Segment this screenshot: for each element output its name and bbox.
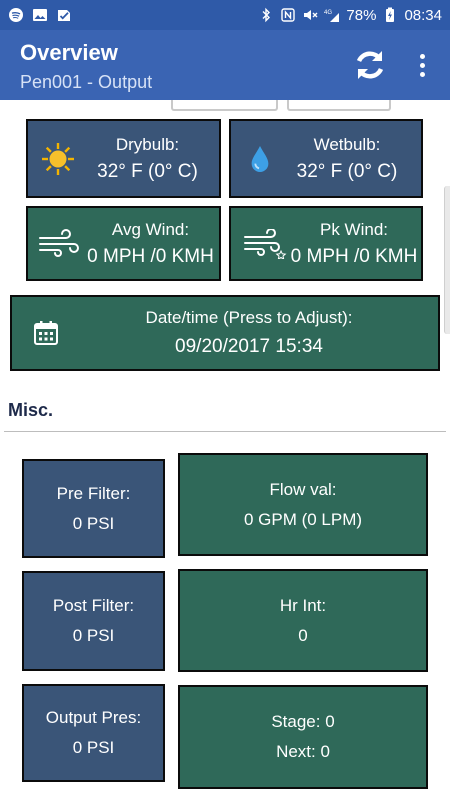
output-pres-tile[interactable]: Output Pres: 0 PSI <box>22 684 165 782</box>
nfc-icon <box>280 7 296 23</box>
pre-filter-value: 0 PSI <box>72 513 115 533</box>
refresh-icon <box>356 51 384 79</box>
pk-wind-value: 0 MPH /0 KMH <box>290 245 418 267</box>
calendar-icon <box>32 319 60 347</box>
wetbulb-value: 32° F (0° C) <box>296 160 398 182</box>
hr-int-value: 0 <box>298 625 308 645</box>
stage-tile[interactable]: Stage: 0 Next: 0 <box>178 685 428 789</box>
water-drop-icon <box>247 144 273 174</box>
page-title: Overview <box>20 40 118 65</box>
app-bar: Overview Pen001 - Output <box>0 30 450 100</box>
flow-val-label: Flow val: <box>269 479 337 499</box>
avg-wind-tile[interactable]: Avg Wind: 0 MPH /0 KMH <box>26 206 221 281</box>
battery-charging-icon <box>382 7 398 23</box>
status-bar: 4G 78% 08:34 <box>0 0 450 30</box>
flow-val-value: 0 GPM (0 LPM) <box>243 509 363 529</box>
check-box-icon <box>56 7 72 23</box>
partial-button-left[interactable] <box>171 100 278 111</box>
mute-icon <box>302 7 318 23</box>
page-subtitle: Pen001 - Output <box>20 72 153 92</box>
signal-icon: 4G <box>324 7 340 23</box>
refresh-button[interactable] <box>350 45 390 85</box>
drybulb-value: 32° F (0° C) <box>97 160 198 182</box>
misc-heading: Misc. <box>8 400 54 420</box>
scroll-edge-indicator[interactable] <box>444 186 450 334</box>
output-pres-label: Output Pres: <box>45 708 142 727</box>
hr-int-tile[interactable]: Hr Int: 0 <box>178 569 428 672</box>
image-icon <box>32 7 48 23</box>
wetbulb-label: Wetbulb: <box>313 134 381 154</box>
drybulb-label: Drybulb: <box>115 134 180 154</box>
divider <box>4 431 446 432</box>
wind-star-icon <box>243 228 287 259</box>
dot-icon <box>419 53 425 59</box>
post-filter-value: 0 PSI <box>72 626 115 645</box>
datetime-button[interactable]: Date/time (Press to Adjust): 09/20/2017 … <box>10 295 440 371</box>
post-filter-label: Post Filter: <box>52 596 135 615</box>
bluetooth-icon <box>258 7 274 23</box>
post-filter-tile[interactable]: Post Filter: 0 PSI <box>22 571 165 671</box>
output-pres-value: 0 PSI <box>72 738 115 757</box>
dot-icon <box>419 71 425 77</box>
clock: 08:34 <box>404 6 442 24</box>
avg-wind-value: 0 MPH /0 KMH <box>87 245 214 267</box>
hr-int-label: Hr Int: <box>279 595 327 615</box>
more-options-button[interactable] <box>410 47 434 83</box>
spotify-icon <box>8 7 24 23</box>
stage-label: Stage: 0 <box>271 712 335 731</box>
pre-filter-tile[interactable]: Pre Filter: 0 PSI <box>22 459 165 558</box>
partial-button-right[interactable] <box>287 100 391 111</box>
datetime-label: Date/time (Press to Adjust): <box>145 308 353 327</box>
pre-filter-label: Pre Filter: <box>56 483 131 503</box>
flow-val-tile[interactable]: Flow val: 0 GPM (0 LPM) <box>178 453 428 556</box>
stage-next-value: Next: 0 <box>276 742 330 761</box>
pk-wind-tile[interactable]: Pk Wind: 0 MPH /0 KMH <box>229 206 423 281</box>
battery-percent: 78% <box>346 6 377 24</box>
pk-wind-label: Pk Wind: <box>319 219 389 239</box>
dot-icon <box>419 62 425 68</box>
drybulb-tile[interactable]: Drybulb: 32° F (0° C) <box>26 119 221 198</box>
wind-icon <box>38 228 82 259</box>
svg-text:4G: 4G <box>324 10 332 16</box>
avg-wind-label: Avg Wind: <box>111 219 190 239</box>
wetbulb-tile[interactable]: Wetbulb: 32° F (0° C) <box>229 119 423 198</box>
datetime-value: 09/20/2017 15:34 <box>175 336 323 357</box>
sun-icon <box>40 141 76 177</box>
